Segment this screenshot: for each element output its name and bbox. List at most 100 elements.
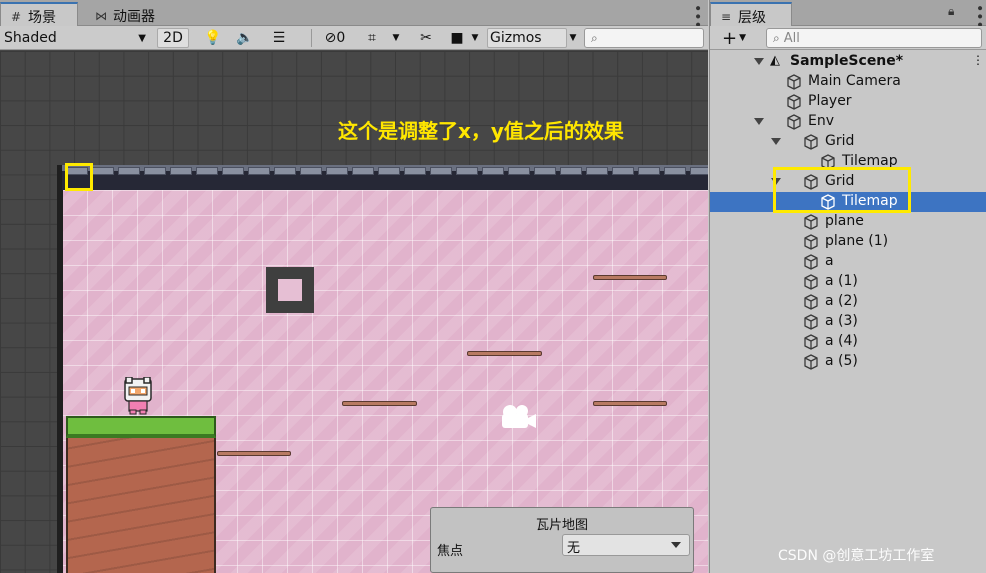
- hierarchy-item[interactable]: a (3): [710, 312, 986, 332]
- effects-icon: ☰: [272, 30, 286, 46]
- hierarchy-item[interactable]: Main Camera: [710, 72, 986, 92]
- tile-highlight-box: [65, 163, 93, 191]
- platform-plank[interactable]: [467, 351, 542, 356]
- scene-viewport[interactable]: 这个是调整了x，y值之后的效果: [0, 51, 708, 573]
- hierarchy-item-label: plane (1): [825, 233, 889, 249]
- hierarchy-item-label: a (5): [825, 353, 858, 369]
- platform-plank[interactable]: [342, 401, 417, 406]
- hollow-block[interactable]: [266, 267, 314, 313]
- gameobject-cube-icon: [786, 74, 802, 90]
- hierarchy-item[interactable]: a (4): [710, 332, 986, 352]
- eye-slash-icon: ⊘: [324, 30, 337, 46]
- hierarchy-item[interactable]: a (2): [710, 292, 986, 312]
- tile-palette-title: 瓦片地图: [535, 518, 588, 533]
- hierarchy-search-placeholder: All: [783, 30, 800, 46]
- hierarchy-item[interactable]: plane: [710, 212, 986, 232]
- focus-dropdown[interactable]: 无: [562, 534, 690, 556]
- audio-toggle[interactable]: 🔈: [230, 28, 260, 48]
- gizmos-label: Gizmos: [490, 30, 542, 46]
- tab-scene-label: 场景: [28, 9, 56, 26]
- chevron-down-icon: ▼: [569, 33, 577, 43]
- chevron-down-icon: ▼: [471, 33, 479, 43]
- ground-dirt: [66, 417, 216, 573]
- gameobject-cube-icon: [803, 334, 819, 350]
- effects-toggle[interactable]: ☰: [264, 28, 294, 48]
- tools-toggle[interactable]: ✂: [412, 28, 440, 48]
- ground-grass: [66, 416, 216, 438]
- tab-scene[interactable]: # 场景: [0, 2, 78, 26]
- lighting-toggle[interactable]: 💡: [200, 28, 226, 48]
- grid-icon: #: [10, 9, 22, 24]
- watermark: CSDN @创意工坊工作室: [778, 548, 935, 564]
- camera-gizmo-icon[interactable]: [498, 402, 538, 432]
- hierarchy-item-label: Main Camera: [808, 73, 901, 89]
- hierarchy-item-label: a (2): [825, 293, 858, 309]
- grid-snap-icon: ⌗: [368, 30, 376, 46]
- search-icon: ⌕: [591, 30, 598, 45]
- hierarchy-item[interactable]: a (1): [710, 272, 986, 292]
- focus-value: 无: [567, 541, 581, 556]
- hierarchy-item-label: a (1): [825, 273, 858, 289]
- chevron-down-icon: [671, 542, 681, 548]
- grid-snap-dropdown[interactable]: ▼: [388, 28, 404, 48]
- tab-hierarchy[interactable]: ≡ 层级: [710, 2, 792, 26]
- top-wall-tiles: [62, 165, 708, 190]
- tab-animator[interactable]: ⋈ 动画器: [86, 2, 172, 26]
- toggle-2d-button[interactable]: 2D: [157, 28, 189, 48]
- scene-search-input[interactable]: ⌕: [584, 28, 704, 48]
- hierarchy-item[interactable]: Grid: [710, 132, 986, 152]
- hierarchy-item-label: Player: [808, 93, 852, 109]
- gameobject-cube-icon: [803, 234, 819, 250]
- hidden-count: 0: [336, 30, 346, 46]
- hierarchy-item[interactable]: Env: [710, 112, 986, 132]
- platform-plank[interactable]: [217, 451, 291, 456]
- hierarchy-item[interactable]: Player: [710, 92, 986, 112]
- hidden-objects-toggle[interactable]: ⊘ 0: [316, 28, 354, 48]
- hierarchy-search-input[interactable]: ⌕ All: [766, 28, 982, 48]
- chevron-down-icon: ▼: [739, 33, 746, 43]
- chevron-down-icon[interactable]: [754, 58, 764, 65]
- gameobject-cube-icon: [786, 94, 802, 110]
- tab-animator-label: 动画器: [113, 8, 155, 25]
- hierarchy-item-label: Grid: [825, 133, 855, 149]
- animator-icon: ⋈: [95, 8, 107, 23]
- gameobject-cube-icon: [803, 294, 819, 310]
- hierarchy-toolbar: + ▼ ⌕ All: [710, 26, 986, 50]
- platform-plank[interactable]: [593, 401, 667, 406]
- room-edge: [57, 165, 63, 573]
- more-options-icon[interactable]: ⋮: [972, 53, 984, 67]
- chevron-down-icon[interactable]: [754, 118, 764, 125]
- chevron-down-icon[interactable]: [771, 138, 781, 145]
- lock-icon[interactable]: 🔒︎: [948, 4, 954, 19]
- player-sprite[interactable]: [122, 377, 154, 415]
- gameobject-cube-icon: [803, 214, 819, 230]
- scene-tabbar: # 场景 ⋈ 动画器 •••: [0, 0, 708, 29]
- hierarchy-item-label: a (3): [825, 313, 858, 329]
- list-icon: ≡: [720, 9, 732, 24]
- lightbulb-icon: 💡: [204, 30, 222, 46]
- platform-plank[interactable]: [593, 275, 667, 280]
- camera-settings-button[interactable]: ■: [446, 28, 468, 48]
- chevron-down-icon: ▼: [392, 33, 400, 43]
- scene-row[interactable]: ◭ SampleScene* ⋮: [710, 52, 986, 72]
- hierarchy-item[interactable]: a (5): [710, 352, 986, 372]
- gameobject-cube-icon: [803, 354, 819, 370]
- toggle-2d-label: 2D: [163, 30, 183, 46]
- hierarchy-item-label: plane: [825, 213, 864, 229]
- draw-mode-dropdown[interactable]: Shaded ▼: [4, 28, 150, 48]
- camera-settings-dropdown[interactable]: ▼: [468, 28, 482, 48]
- hierarchy-item-label: a (4): [825, 333, 858, 349]
- hierarchy-item[interactable]: plane (1): [710, 232, 986, 252]
- gizmos-dropdown[interactable]: ▼: [567, 28, 579, 48]
- gameobject-cube-icon: [803, 134, 819, 150]
- grid-snap-toggle[interactable]: ⌗: [358, 28, 386, 48]
- gameobject-cube-icon: [803, 274, 819, 290]
- hierarchy-tabbar: ≡ 层级 🔒︎ •••: [710, 0, 986, 29]
- speaker-icon: 🔈: [236, 30, 254, 46]
- create-button[interactable]: + ▼: [716, 28, 752, 49]
- hierarchy-item[interactable]: a: [710, 252, 986, 272]
- focus-label: 焦点: [437, 544, 464, 559]
- gizmos-button[interactable]: Gizmos: [487, 28, 567, 48]
- tab-hierarchy-label: 层级: [738, 9, 766, 26]
- hierarchy-panel: ≡ 层级 🔒︎ ••• + ▼ ⌕ All ◭ SampleScene* ⋮ M…: [709, 0, 986, 573]
